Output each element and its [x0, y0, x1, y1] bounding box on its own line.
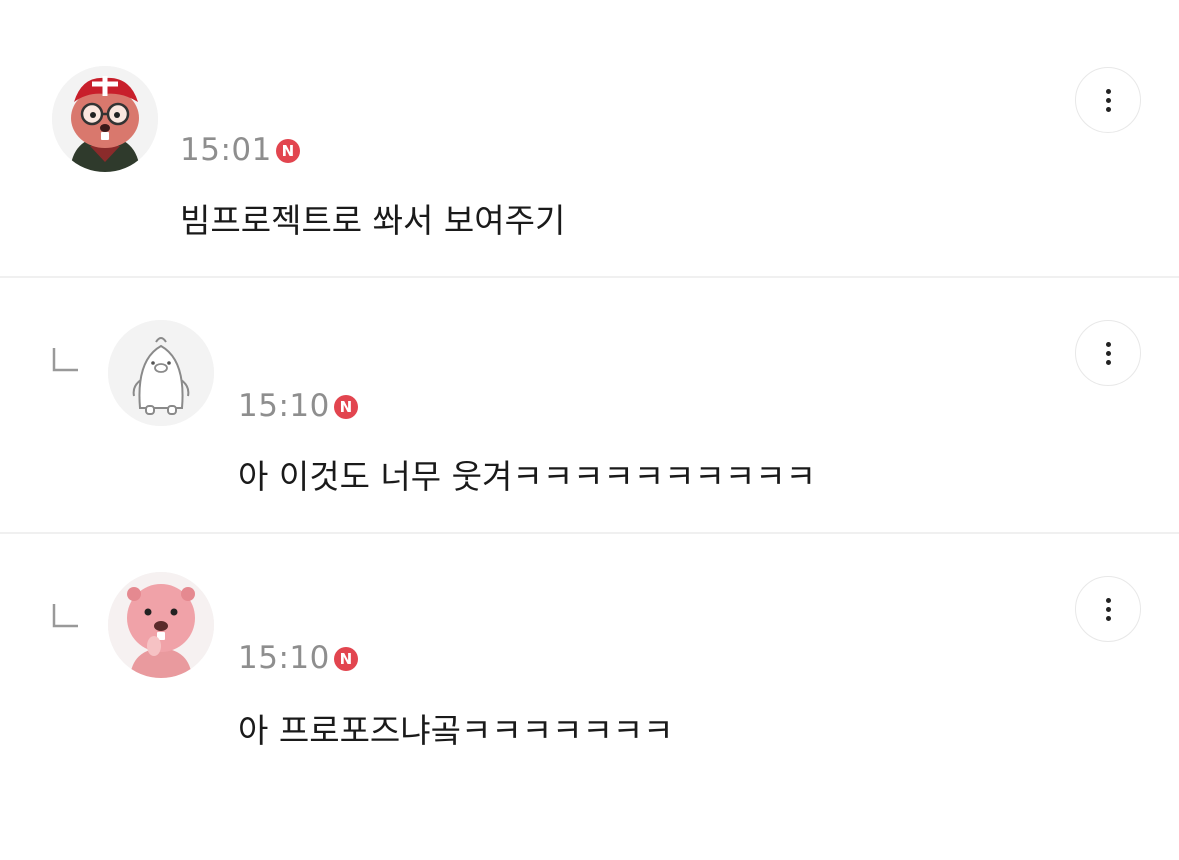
avatar[interactable] — [108, 572, 214, 678]
comment-item: 15:01 N 빔프로젝트로 쏴서 보여주기 — [0, 0, 1179, 276]
more-options-button[interactable] — [1075, 67, 1141, 133]
comment-time: 15:10 — [238, 640, 330, 676]
more-vertical-icon — [1105, 88, 1111, 94]
avatar[interactable] — [108, 320, 214, 426]
comment-meta: 15:10 N — [238, 388, 358, 424]
pink-beaver-avatar-icon — [108, 572, 214, 678]
reply-comment-item: 15:10 N 아 프로포즈냐곸ㅋㅋㅋㅋㅋㅋㅋ — [0, 534, 1179, 860]
comment-text: 아 이것도 너무 웃겨ㅋㅋㅋㅋㅋㅋㅋㅋㅋㅋ — [238, 457, 816, 496]
beaver-with-glasses-avatar-icon — [52, 66, 158, 172]
reply-arrow-icon — [52, 348, 78, 372]
more-options-button[interactable] — [1075, 320, 1141, 386]
more-vertical-icon — [1105, 597, 1111, 603]
more-vertical-icon — [1105, 341, 1111, 347]
default-penguin-avatar-icon — [108, 320, 214, 426]
comment-text: 빔프로젝트로 쏴서 보여주기 — [180, 201, 566, 240]
more-dot — [1105, 350, 1111, 356]
more-dot — [1105, 359, 1111, 365]
more-dot — [1105, 606, 1111, 612]
new-badge: N — [333, 395, 358, 419]
more-dot — [1105, 97, 1111, 103]
more-options-button[interactable] — [1075, 576, 1141, 642]
new-badge: N — [333, 647, 358, 671]
avatar[interactable] — [52, 66, 158, 172]
reply-comment-item: 15:10 N 아 이것도 너무 웃겨ㅋㅋㅋㅋㅋㅋㅋㅋㅋㅋ — [0, 278, 1179, 532]
comment-meta: 15:01 N — [180, 132, 300, 168]
new-badge: N — [275, 139, 300, 163]
comment-text: 아 프로포즈냐곸ㅋㅋㅋㅋㅋㅋㅋ — [238, 711, 674, 750]
comment-time: 15:01 — [180, 132, 272, 168]
comment-time: 15:10 — [238, 388, 330, 424]
reply-arrow-icon — [52, 604, 78, 628]
comment-meta: 15:10 N — [238, 640, 358, 676]
more-dot — [1105, 106, 1111, 112]
more-dot — [1105, 615, 1111, 621]
